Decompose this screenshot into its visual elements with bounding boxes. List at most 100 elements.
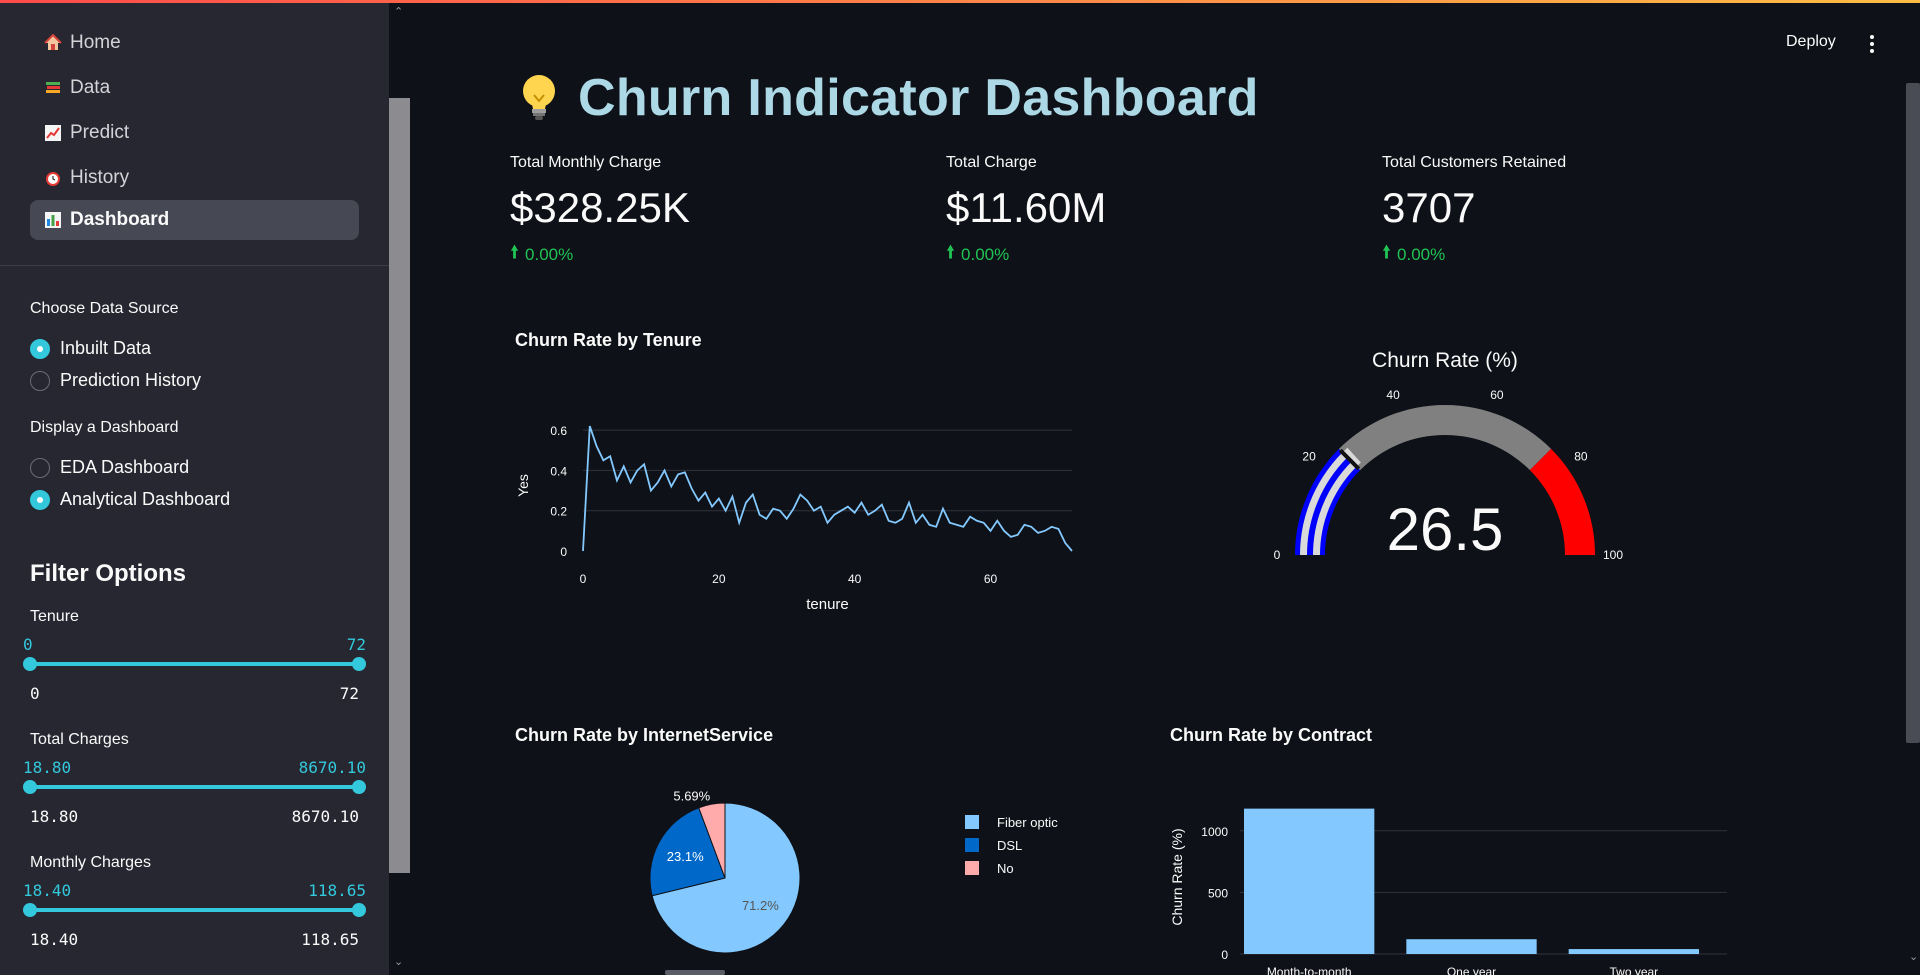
radio-eda-dashboard[interactable]: EDA Dashboard <box>30 457 189 478</box>
deploy-button[interactable]: Deploy <box>1786 33 1836 51</box>
page-header: Churn Indicator Dashboard <box>518 68 1259 128</box>
legend-swatch <box>965 815 979 829</box>
metric-delta: 🠙 0.00% <box>1382 240 1566 270</box>
gauge-tick-label: 100 <box>1603 548 1623 562</box>
gauge-tick-label: 40 <box>1386 388 1400 402</box>
radio-inbuilt-data[interactable]: Inbuilt Data <box>30 338 151 359</box>
sidebar-divider <box>0 265 389 266</box>
gauge-tick-label: 20 <box>1302 449 1316 463</box>
contract-bar-chart[interactable]: 0 500 1000 Month-to-month One year Two year Ch… <box>1160 790 1740 975</box>
radio-prediction-history[interactable]: Prediction History <box>30 370 201 391</box>
metric-total-charge: Total Charge $11.60M 🠙 0.00% <box>946 154 1106 270</box>
y-tick-label: 0 <box>1221 948 1228 962</box>
total-charges-slider-high-handle[interactable] <box>352 780 366 794</box>
page-title: Churn Indicator Dashboard <box>578 69 1259 127</box>
sidebar: Home Data Predict History Dashboard Choo… <box>0 3 389 975</box>
internet-service-pie-chart[interactable]: 71.2% 23.1% 5.69% Fiber optic DSL No <box>590 790 1090 975</box>
tenure-slider-low-handle[interactable] <box>23 657 37 671</box>
gauge-step <box>1529 448 1595 555</box>
metric-value: $11.60M <box>946 184 1107 231</box>
scroll-up-arrow-icon[interactable]: ⌃ <box>394 5 403 18</box>
total-charges-high-value: 8670.10 <box>298 758 366 777</box>
gauge-title: Churn Rate (%) <box>1372 349 1518 372</box>
y-axis-label: Yes <box>515 474 531 497</box>
alarm-clock-icon <box>42 167 64 189</box>
light-bulb-icon <box>523 75 555 120</box>
total-charges-slider-low-handle[interactable] <box>23 780 37 794</box>
pie-slice-label: 5.69% <box>673 790 710 803</box>
tenure-slider-label: Tenure <box>30 608 79 625</box>
bar <box>1244 808 1375 954</box>
tenure-low-value: 0 <box>23 635 33 654</box>
main-menu-icon[interactable] <box>1868 35 1876 55</box>
metric-delta: 🠙 0.00% <box>510 240 690 270</box>
dashboard-type-label: Display a Dashboard <box>30 419 179 436</box>
x-tick-label: Two year <box>1609 965 1658 975</box>
gauge-tick-label: 60 <box>1490 388 1504 402</box>
tenure-line-chart[interactable]: 0 0.2 0.4 0.6 0 20 40 60 tenure Yes <box>510 400 1080 630</box>
sidebar-scrollbar-thumb[interactable] <box>389 98 410 873</box>
legend-label: Fiber optic <box>997 815 1058 830</box>
tenure-chart-title: Churn Rate by Tenure <box>515 330 702 350</box>
scroll-down-arrow-icon[interactable]: ⌄ <box>394 955 403 968</box>
nav-data[interactable]: Data <box>30 68 359 108</box>
radio-inbuilt-data-label: Inbuilt Data <box>60 338 152 358</box>
monthly-charges-high-value: 118.65 <box>308 881 366 900</box>
tenure-slider-track[interactable] <box>30 662 359 666</box>
churn-rate-gauge[interactable]: 0 20 40 60 80 100 26.5 Churn Rate (%) <box>1260 345 1640 585</box>
legend-swatch <box>965 861 979 875</box>
total-charges-slider-track[interactable] <box>30 785 359 789</box>
radio-eda-dashboard-label: EDA Dashboard <box>60 457 190 477</box>
bar <box>1568 949 1699 954</box>
tenure-high-value: 72 <box>346 635 366 654</box>
metric-label: Total Monthly Charge <box>510 154 662 171</box>
metric-total-customers-retained: Total Customers Retained 3707 🠙 0.00% <box>1382 154 1566 270</box>
metric-value: $328.25K <box>510 184 690 231</box>
monthly-charges-min-label: 18.40 <box>30 930 79 949</box>
total-charges-max-label: 8670.10 <box>291 807 359 826</box>
nav-predict-label: Predict <box>70 122 130 143</box>
house-icon <box>42 32 64 54</box>
monthly-charges-low-value: 18.40 <box>23 881 72 900</box>
main-scroll-down-arrow-icon[interactable]: ⌄ <box>1909 950 1918 963</box>
y-tick-label: 1000 <box>1201 825 1228 839</box>
nav-home[interactable]: Home <box>30 23 359 63</box>
legend-label: No <box>997 861 1014 876</box>
arrow-up-icon: 🠙 <box>946 242 956 262</box>
radio-indicator <box>30 457 50 478</box>
y-axis-label: Churn Rate (%) <box>1169 828 1185 925</box>
total-charges-slider-label: Total Charges <box>30 731 129 748</box>
x-tick-label: 0 <box>580 572 587 586</box>
sidebar-scrollbar[interactable]: ⌃ ⌄ <box>389 3 410 975</box>
monthly-charges-slider-track[interactable] <box>30 908 359 912</box>
radio-analytical-dashboard[interactable]: Analytical Dashboard <box>30 489 230 510</box>
radio-prediction-history-label: Prediction History <box>60 370 202 390</box>
monthly-charges-slider-low-handle[interactable] <box>23 903 37 917</box>
metric-value: 3707 <box>1382 184 1476 231</box>
bar <box>1406 939 1537 954</box>
tenure-slider-high-handle[interactable] <box>352 657 366 671</box>
legend-swatch <box>965 838 979 852</box>
nav-dashboard[interactable]: Dashboard <box>30 200 359 240</box>
tenure-min-label: 0 <box>30 684 40 703</box>
monthly-charges-slider-high-handle[interactable] <box>352 903 366 917</box>
nav-predict[interactable]: Predict <box>30 113 359 153</box>
x-tick-label: 60 <box>984 572 998 586</box>
x-tick-label: 40 <box>848 572 862 586</box>
x-axis-label: tenure <box>806 596 849 613</box>
main-scrollbar-thumb[interactable] <box>1906 83 1920 743</box>
x-tick-label: One year <box>1447 965 1496 975</box>
total-charges-low-value: 18.80 <box>23 758 72 777</box>
y-tick-label: 0.6 <box>550 424 567 438</box>
metric-total-monthly-charge: Total Monthly Charge $328.25K 🠙 0.00% <box>510 154 690 270</box>
nav-history[interactable]: History <box>30 158 359 198</box>
metric-label: Total Customers Retained <box>1382 154 1567 171</box>
gauge-value-label: 26.5 <box>1387 496 1504 563</box>
y-tick-label: 0 <box>560 545 567 559</box>
pie-slice-label: 71.2% <box>742 898 779 913</box>
tenure-max-label: 72 <box>339 684 359 703</box>
legend-label: DSL <box>997 838 1022 853</box>
filter-options-title: Filter Options <box>30 560 186 587</box>
x-tick-label: Month-to-month <box>1267 965 1352 975</box>
chart-increasing-icon <box>42 122 64 144</box>
